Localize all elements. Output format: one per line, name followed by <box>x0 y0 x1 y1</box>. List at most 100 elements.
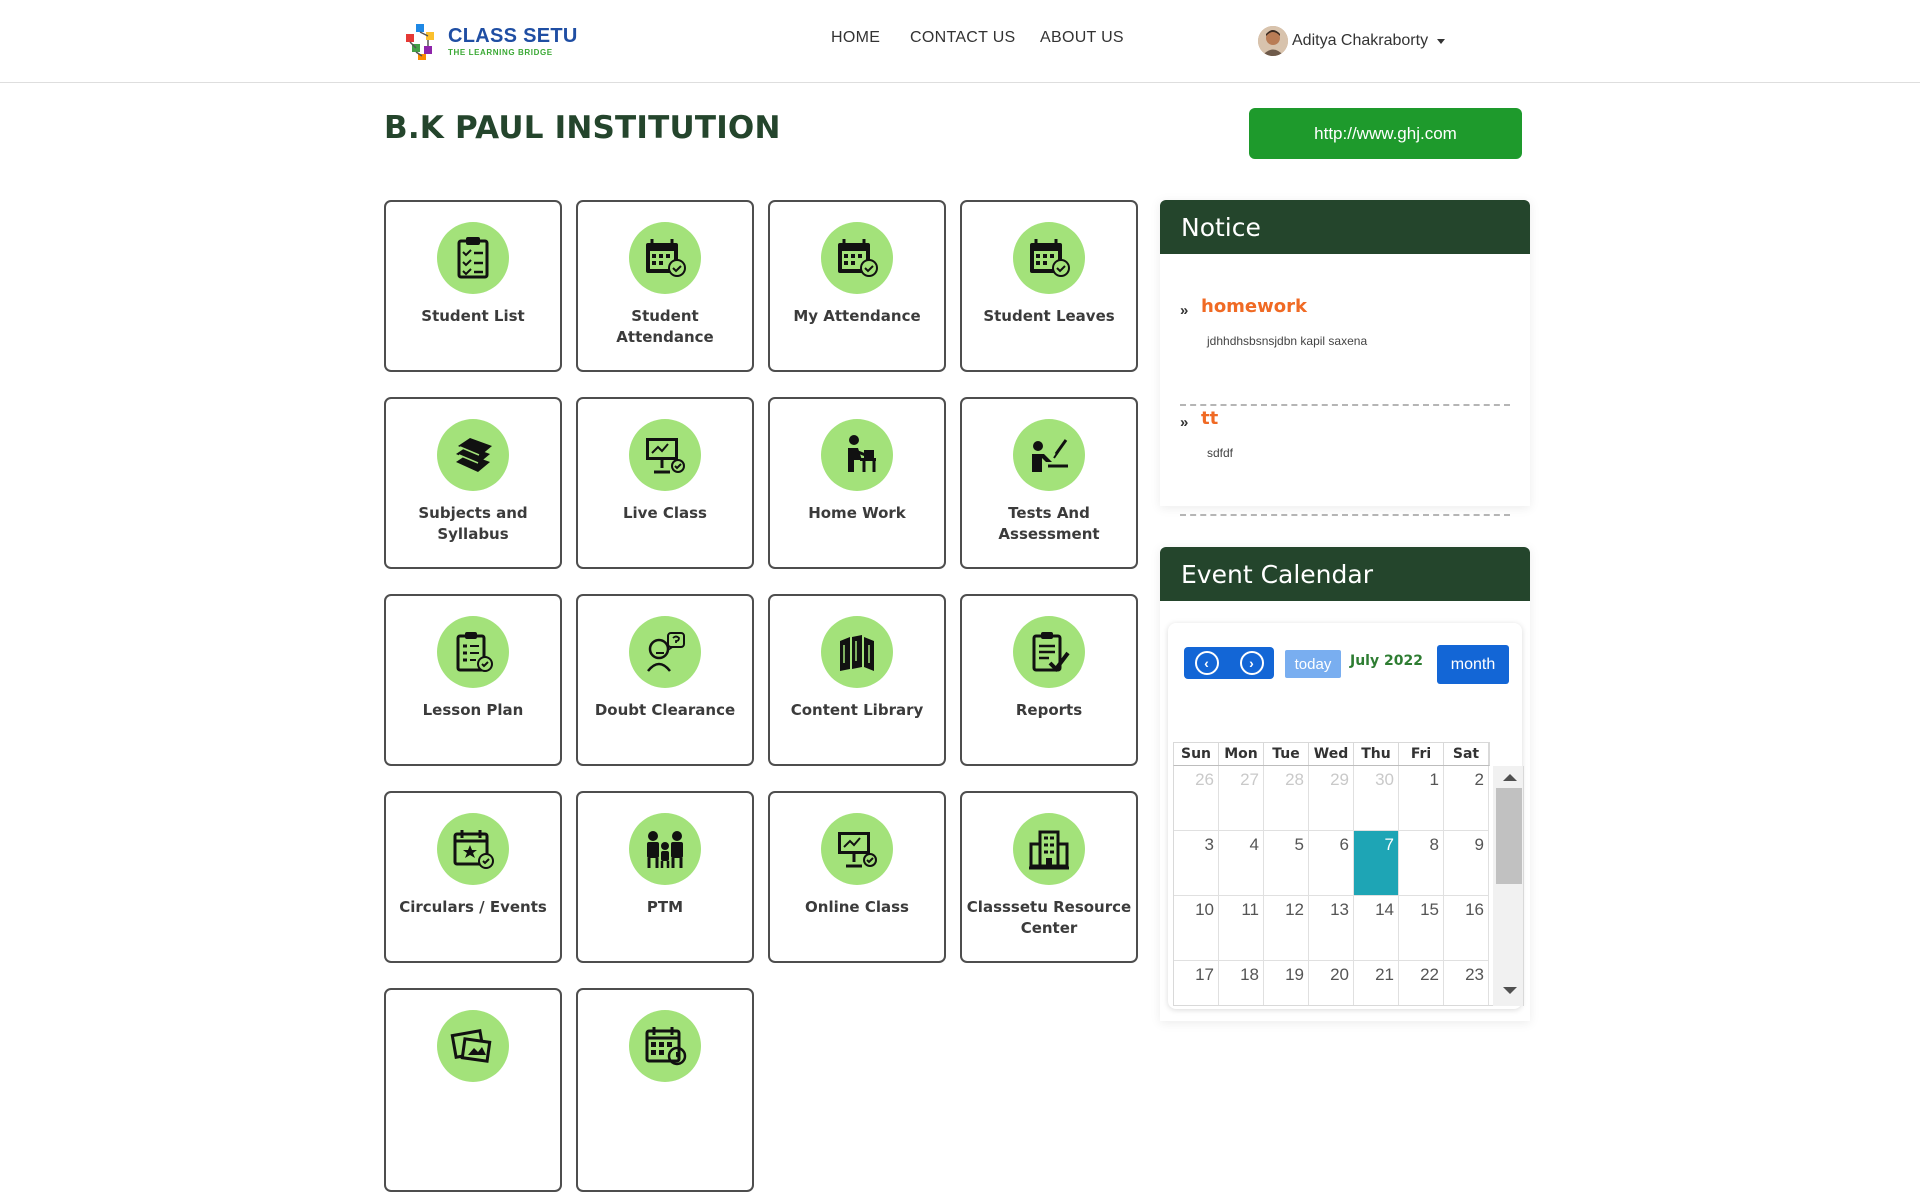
calendar-day[interactable]: 27 <box>1219 766 1264 831</box>
tile-label: Content Library <box>790 701 924 719</box>
tile-content-library[interactable]: Content Library <box>768 594 946 766</box>
tile-circulars-events[interactable]: Circulars / Events <box>384 791 562 963</box>
tile-timetable[interactable] <box>576 988 754 1192</box>
calendar-check-icon <box>629 222 701 294</box>
calendar-day[interactable]: 18 <box>1219 961 1264 1005</box>
calendar-day[interactable]: 16 <box>1444 896 1489 961</box>
calendar-day[interactable]: 20 <box>1309 961 1354 1005</box>
calendar-day[interactable]: 29 <box>1309 766 1354 831</box>
calendar-day[interactable]: 6 <box>1309 831 1354 896</box>
person-writing-icon <box>1013 419 1085 491</box>
notice-panel: Notice » homework jdhhdhsbsnsjdbn kapil … <box>1160 200 1530 516</box>
calendar-day[interactable]: 14 <box>1354 896 1399 961</box>
calendar-day[interactable]: 10 <box>1174 896 1219 961</box>
chevron-down-icon <box>1437 38 1446 44</box>
user-name: Aditya Chakraborty <box>1292 32 1429 49</box>
calendar-scrollbar[interactable] <box>1493 766 1523 1006</box>
calendar-day[interactable]: 1 <box>1399 766 1444 831</box>
nav-contact-us[interactable]: CONTACT US <box>910 29 1016 47</box>
logo-mark-icon <box>406 24 434 60</box>
calendar-day[interactable]: 5 <box>1264 831 1309 896</box>
clipboard-list-icon <box>437 222 509 294</box>
tile-student-list[interactable]: Student List <box>384 200 562 372</box>
calendar-month-title: July 2022 <box>1350 653 1423 669</box>
building-icon <box>1013 813 1085 885</box>
tile-label: Live Class <box>622 504 707 522</box>
tile-my-attendance[interactable]: My Attendance <box>768 200 946 372</box>
calendar-day[interactable]: 22 <box>1399 961 1444 1005</box>
tile-label: Doubt Clearance <box>594 701 736 719</box>
calendar-day[interactable]: 3 <box>1174 831 1219 896</box>
calendar-day-today[interactable]: 7 <box>1354 831 1399 896</box>
event-calendar-panel: Event Calendar ‹ › today July 2022 month… <box>1160 547 1530 1021</box>
calendar-day[interactable]: 30 <box>1354 766 1399 831</box>
user-menu[interactable]: Aditya Chakraborty <box>1258 26 1446 56</box>
classsetu-logo[interactable]: CLASS SETU THE LEARNING BRIDGE <box>404 19 578 63</box>
next-month-button[interactable]: › <box>1229 647 1274 679</box>
calendar-day[interactable]: 26 <box>1174 766 1219 831</box>
calendar-check-icon <box>1013 222 1085 294</box>
top-navbar: CLASS SETU THE LEARNING BRIDGE HOME CONT… <box>0 0 1920 83</box>
tile-subjects-and-syllabus[interactable]: Subjects and Syllabus <box>384 397 562 569</box>
tile-gallery[interactable] <box>384 988 562 1192</box>
calendar-day[interactable]: 13 <box>1309 896 1354 961</box>
tile-online-class[interactable]: Online Class <box>768 791 946 963</box>
thinking-person-icon <box>629 616 701 688</box>
weekday-label: Thu <box>1354 743 1399 765</box>
chevron-left-icon: ‹ <box>1194 651 1219 675</box>
calendar-day[interactable]: 8 <box>1399 831 1444 896</box>
tile-student-leaves[interactable]: Student Leaves <box>960 200 1138 372</box>
calendar-grid-icon <box>629 1010 701 1082</box>
weekday-label: Sat <box>1444 743 1489 765</box>
today-button[interactable]: today <box>1285 650 1341 678</box>
tile-classsetu-resource-center[interactable]: Classsetu Resource Center <box>960 791 1138 963</box>
tile-label: Tests And Assessment <box>998 504 1100 543</box>
calendar-week: 10 11 12 13 14 15 16 <box>1174 896 1489 961</box>
calendar-check-icon <box>821 222 893 294</box>
month-view-button[interactable]: month <box>1437 645 1509 684</box>
calendar-day[interactable]: 15 <box>1399 896 1444 961</box>
calendar-nav: ‹ › <box>1184 647 1274 679</box>
tile-label: Online Class <box>805 898 909 916</box>
calendar-day[interactable]: 28 <box>1264 766 1309 831</box>
notice-description: jdhhdhsbsnsjdbn kapil saxena <box>1207 334 1368 348</box>
tile-label: PTM <box>646 898 684 916</box>
person-at-desk-icon <box>821 419 893 491</box>
tile-label: Classsetu Resource Center <box>966 898 1132 937</box>
tile-ptm[interactable]: PTM <box>576 791 754 963</box>
nav-home[interactable]: HOME <box>831 29 880 47</box>
book-stack-icon <box>821 616 893 688</box>
calendar-day[interactable]: 19 <box>1264 961 1309 1005</box>
calendar-day[interactable]: 4 <box>1219 831 1264 896</box>
tile-tests-and-assessment[interactable]: Tests And Assessment <box>960 397 1138 569</box>
notice-item[interactable]: » homework jdhhdhsbsnsjdbn kapil saxena <box>1180 294 1510 406</box>
weekday-label: Tue <box>1264 743 1309 765</box>
calendar-day[interactable]: 17 <box>1174 961 1219 1005</box>
prev-month-button[interactable]: ‹ <box>1184 647 1229 679</box>
calendar-day[interactable]: 9 <box>1444 831 1489 896</box>
calendar-day[interactable]: 23 <box>1444 961 1489 1005</box>
tile-lesson-plan[interactable]: Lesson Plan <box>384 594 562 766</box>
notice-title[interactable]: homework <box>1201 296 1307 317</box>
gallery-icon <box>437 1010 509 1082</box>
website-link-button[interactable]: http://www.ghj.com <box>1249 108 1522 159</box>
scroll-up-arrow-icon[interactable] <box>1503 774 1517 781</box>
event-calendar-header: Event Calendar <box>1160 547 1530 601</box>
notice-item[interactable]: » tt sdfdf <box>1180 406 1510 516</box>
calendar-day[interactable]: 11 <box>1219 896 1264 961</box>
notice-title[interactable]: tt <box>1201 408 1218 429</box>
tile-home-work[interactable]: Home Work <box>768 397 946 569</box>
tile-reports[interactable]: Reports <box>960 594 1138 766</box>
calendar-day[interactable]: 2 <box>1444 766 1489 831</box>
scroll-down-arrow-icon[interactable] <box>1503 987 1517 994</box>
calendar-day[interactable]: 12 <box>1264 896 1309 961</box>
chevron-right-icon: › <box>1239 651 1264 675</box>
tile-live-class[interactable]: Live Class <box>576 397 754 569</box>
calendar-day[interactable]: 21 <box>1354 961 1399 1005</box>
presentation-screen-icon <box>629 419 701 491</box>
tile-doubt-clearance[interactable]: Doubt Clearance <box>576 594 754 766</box>
avatar <box>1258 26 1288 56</box>
tile-student-attendance[interactable]: Student Attendance <box>576 200 754 372</box>
scrollbar-thumb[interactable] <box>1496 788 1522 884</box>
nav-about-us[interactable]: ABOUT US <box>1040 29 1124 47</box>
